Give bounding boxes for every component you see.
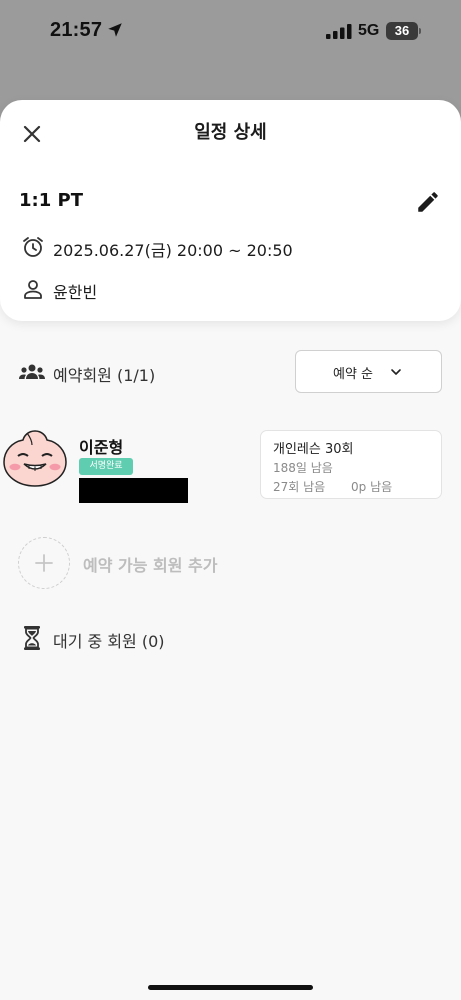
redacted-info (79, 478, 188, 503)
status-bar: 21:57 5G 36 (0, 0, 461, 62)
sort-dropdown[interactable]: 예약 순 (295, 350, 442, 393)
pass-count-left: 27회 남음 (273, 480, 326, 494)
status-badge: 서명완료 (79, 458, 133, 475)
trainer-name: 윤한빈 (53, 283, 98, 302)
status-time: 21:57 (50, 19, 103, 41)
network-type: 5G (358, 22, 380, 39)
member-avatar[interactable] (1, 427, 69, 489)
chevron-down-icon (391, 369, 401, 375)
hourglass-icon (24, 626, 40, 650)
pass-card[interactable]: 개인레슨 30회 188일 남음 27회 남음 0p 남음 (260, 430, 442, 499)
person-icon (24, 280, 42, 299)
group-icon (19, 364, 45, 379)
pass-days-left: 188일 남음 (273, 461, 333, 475)
member-name[interactable]: 이준형 (79, 434, 123, 458)
plus-icon (35, 554, 53, 572)
session-datetime: 2025.06.27(금) 20:00 ~ 20:50 (53, 241, 293, 260)
alarm-clock-icon (23, 237, 43, 257)
schedule-detail-sheet: 일정 상세 1:1 PT 2025.06.27(금) 20:00 ~ 20:50… (0, 100, 461, 321)
add-member-button[interactable] (18, 537, 70, 589)
reserved-members-label: 예약회원 (1/1) (53, 366, 156, 385)
battery-indicator: 36 (386, 22, 418, 40)
sheet-title: 일정 상세 (194, 122, 267, 143)
session-name: 1:1 PT (19, 190, 83, 211)
pass-points-left: 0p 남음 (351, 480, 393, 494)
add-member-label[interactable]: 예약 가능 회원 추가 (83, 552, 217, 576)
home-indicator (148, 985, 313, 990)
waitlist-label: 대기 중 회원 (0) (53, 632, 165, 651)
location-arrow-icon (108, 23, 122, 37)
pass-name: 개인레슨 30회 (273, 442, 354, 457)
signal-icon (326, 24, 352, 39)
battery-tip (419, 28, 421, 34)
edit-icon[interactable] (415, 189, 441, 215)
sort-label: 예약 순 (333, 367, 374, 382)
